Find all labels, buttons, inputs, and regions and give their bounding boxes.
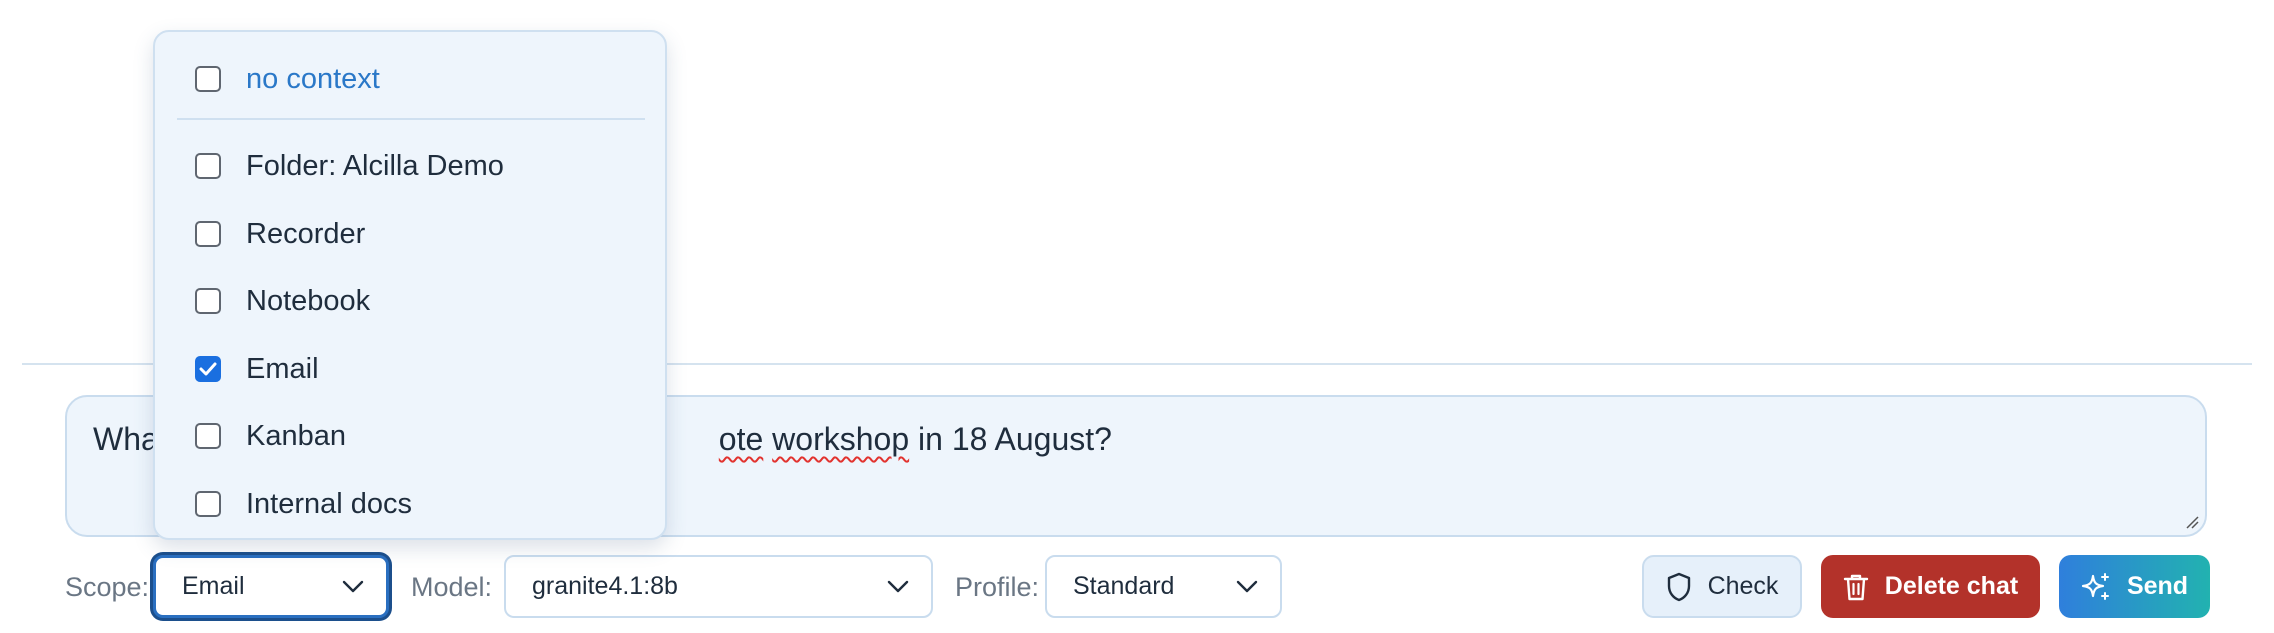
scope-option-recorder[interactable]: Recorder — [155, 206, 665, 262]
send-button[interactable]: Send — [2059, 555, 2210, 618]
model-select-value: granite4.1:8b — [532, 572, 678, 600]
chat-panel: Wha ote workshop in 18 August? Scope: Ema… — [0, 0, 2274, 633]
chevron-down-icon — [887, 580, 909, 592]
shield-icon — [1667, 572, 1690, 601]
scope-option-label: Notebook — [246, 284, 371, 317]
scope-option-internal-docs[interactable]: Internal docs — [155, 476, 665, 532]
profile-select[interactable]: Standard — [1045, 555, 1282, 618]
checkbox-checked[interactable] — [195, 356, 221, 382]
profile-label: Profile: — [955, 572, 1040, 602]
scope-option-folder[interactable]: Folder: Alcilla Demo — [155, 138, 665, 194]
send-button-label: Send — [2126, 572, 2189, 600]
checkbox[interactable] — [195, 288, 221, 314]
chevron-down-icon — [342, 580, 364, 592]
menu-separator — [177, 118, 645, 120]
scope-option-notebook[interactable]: Notebook — [155, 273, 665, 329]
scope-option-label: Kanban — [246, 419, 346, 452]
misspelled-word: ote — [718, 421, 764, 457]
scope-option-label: Folder: Alcilla Demo — [246, 149, 504, 182]
scope-option-label: no context — [246, 62, 380, 95]
resize-grip-icon[interactable] — [2185, 515, 2199, 529]
checkbox[interactable] — [195, 153, 221, 179]
trash-icon — [1843, 574, 1868, 600]
scope-option-kanban[interactable]: Kanban — [155, 408, 665, 464]
scope-option-label: Recorder — [246, 217, 366, 250]
scope-label: Scope: — [65, 572, 150, 602]
misspelled-word: workshop — [772, 421, 910, 457]
checkbox[interactable] — [195, 66, 221, 92]
scope-dropdown-menu: no context Folder: Alcilla Demo Recorder… — [153, 30, 667, 540]
sparkles-icon — [2081, 572, 2109, 600]
model-select[interactable]: granite4.1:8b — [504, 555, 933, 618]
checkbox[interactable] — [195, 221, 221, 247]
check-button[interactable]: Check — [1642, 555, 1802, 618]
check-button-label: Check — [1707, 572, 1779, 600]
delete-chat-button[interactable]: Delete chat — [1821, 555, 2040, 618]
scope-option-email[interactable]: Email — [155, 341, 665, 397]
scope-option-label: Email — [246, 352, 319, 385]
checkbox[interactable] — [195, 423, 221, 449]
scope-select[interactable]: Email — [153, 555, 389, 618]
scope-select-value: Email — [182, 572, 245, 600]
checkmark-icon — [199, 362, 217, 376]
chevron-down-icon — [1236, 580, 1258, 592]
scope-option-label: Internal docs — [246, 487, 413, 520]
model-label: Model: — [411, 572, 493, 602]
scope-option-no-context[interactable]: no context — [155, 51, 665, 107]
checkbox[interactable] — [195, 491, 221, 517]
profile-select-value: Standard — [1073, 572, 1175, 600]
delete-chat-button-label: Delete chat — [1884, 572, 2019, 600]
